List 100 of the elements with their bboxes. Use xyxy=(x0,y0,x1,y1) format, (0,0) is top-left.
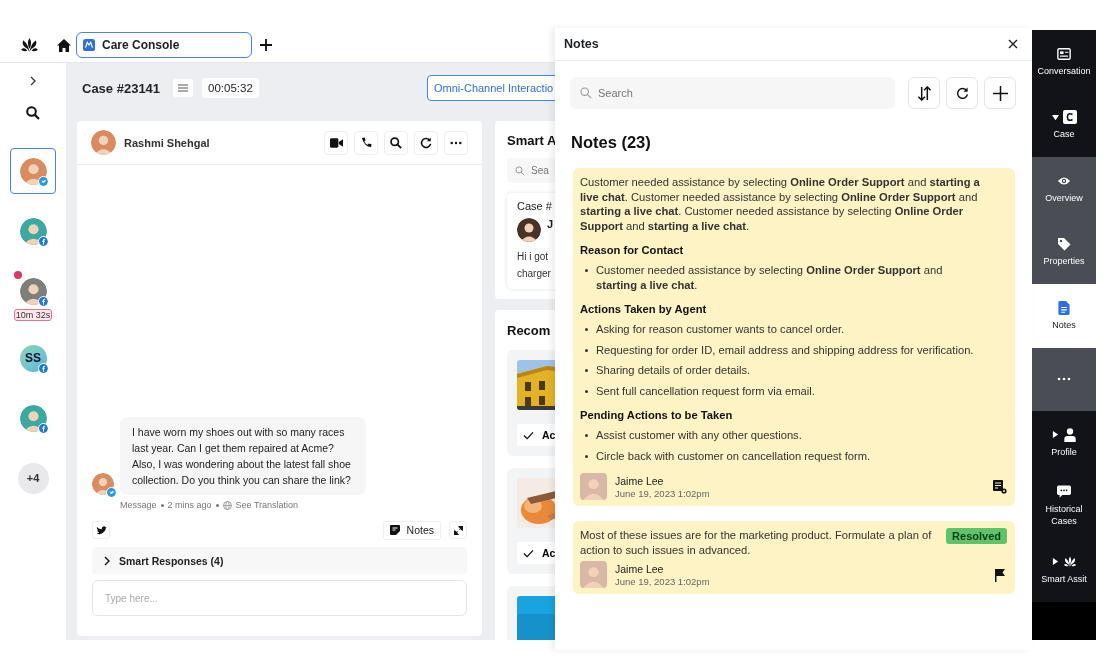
add-note-button[interactable] xyxy=(984,77,1016,109)
note-list-item: Asking for reason customer wants to cancel order. xyxy=(580,322,981,337)
notes-heading: Notes (23) xyxy=(571,133,652,152)
facebook-badge-icon xyxy=(38,423,49,434)
note-list-item: Assist customer with any other questions. xyxy=(580,428,981,443)
conversation-icon xyxy=(1057,46,1071,61)
note-section-heading: Actions Taken by Agent xyxy=(580,303,708,315)
search-icon xyxy=(580,87,592,99)
avatar-figure xyxy=(19,217,47,245)
contact-avatar xyxy=(91,130,116,155)
message-time: 2 mins ago xyxy=(167,500,212,510)
note-section-heading: Reason for Contact xyxy=(580,244,685,256)
menu-icon xyxy=(178,84,189,92)
close-icon[interactable] xyxy=(1008,39,1018,49)
avatar-initials: SS xyxy=(19,344,47,372)
video-call-button[interactable] xyxy=(324,130,348,155)
plus-icon xyxy=(992,85,1008,101)
avatar-figure xyxy=(19,404,47,432)
phone-call-button[interactable] xyxy=(354,130,378,155)
wait-timer: 10m 32s xyxy=(13,309,53,321)
caret-down-icon xyxy=(1051,113,1059,121)
more-contacts-button[interactable]: +4 xyxy=(10,455,56,501)
chat-bubble-icon xyxy=(1057,485,1071,500)
status-badge: Resolved xyxy=(946,528,1007,544)
panel-title: Notes xyxy=(564,37,600,51)
twitter-badge-icon xyxy=(106,487,117,498)
case-icon xyxy=(1062,110,1077,125)
check-icon xyxy=(523,430,534,440)
flag-icon[interactable] xyxy=(993,567,1007,582)
customer-name: J xyxy=(547,218,554,230)
accept-button[interactable]: Ac xyxy=(517,542,555,564)
expand-chevron-icon[interactable] xyxy=(30,76,36,86)
note-date: June 19, 2023 1:02pm xyxy=(615,487,710,499)
channel-button[interactable]: Omni-Channel Interactio xyxy=(427,75,555,101)
sort-button[interactable] xyxy=(908,77,940,109)
facebook-badge-icon xyxy=(38,296,49,307)
note-list-item: Sent full cancellation request form via email. xyxy=(580,383,981,398)
accept-button[interactable]: Ac xyxy=(517,424,555,446)
caret-right-icon xyxy=(1051,558,1059,566)
note-text: Customer needed assistance by selecting Online Order Support and starting a live chat. Customer needed assistance by selecting Online Order Support and starting a live chat. Customer needed assistance by selecting Online Order Support and starting a live chat. xyxy=(580,175,981,233)
search-icon xyxy=(515,165,525,176)
caret-right-icon xyxy=(1051,431,1059,439)
case-card[interactable]: Case # J Hi i got charger xyxy=(507,193,555,289)
sidebar-tab[interactable]: Smart Assit xyxy=(1032,538,1096,602)
collapse-button[interactable] xyxy=(449,521,467,539)
note-section-heading: Pending Actions to be Taken xyxy=(580,409,734,421)
sidebar-tab[interactable]: Case xyxy=(1032,93,1096,157)
author-avatar xyxy=(580,561,607,588)
customer-avatar xyxy=(517,218,541,242)
twitter-badge-icon xyxy=(38,176,49,187)
chevron-icon xyxy=(104,555,110,566)
sidebar-tab[interactable]: Overview xyxy=(1032,157,1096,221)
console-app-icon xyxy=(83,39,95,51)
collapse-icon xyxy=(453,525,463,535)
tag-icon xyxy=(1057,237,1071,252)
note-settings-icon[interactable] xyxy=(993,479,1007,494)
console-tab[interactable]: Care Console xyxy=(76,32,252,58)
card-title: Recom xyxy=(507,323,552,338)
contact-avatar-button[interactable]: SS xyxy=(10,335,56,381)
case-timer: 00:05:32 xyxy=(202,78,259,98)
twitter-channel-button[interactable] xyxy=(92,521,110,539)
author-avatar xyxy=(580,473,607,500)
smart-responses-toggle[interactable]: Smart Responses (4) xyxy=(92,547,467,574)
note-date: June 19, 2023 1:02pm xyxy=(615,575,710,587)
facebook-badge-icon xyxy=(38,236,49,247)
case-card-title: Case # xyxy=(517,200,553,212)
search-field[interactable]: Sea xyxy=(507,158,555,183)
check-icon xyxy=(523,548,534,558)
sidebar-tab[interactable]: Notes xyxy=(1032,284,1096,348)
sidebar-tab[interactable]: Properties xyxy=(1032,220,1096,284)
message-bubble: I have worn my shoes out with so many races last year. Can I get them repaired at Acme? Also, I was wondering about the latest fall shoe collection. Do you think you can share the link? xyxy=(120,417,366,495)
search-icon[interactable] xyxy=(26,106,40,120)
author-name: Jaime Lee xyxy=(615,474,665,487)
note-list-item: Sharing details of order details. xyxy=(580,363,981,378)
case-message: Hi i got charger xyxy=(517,250,552,281)
sprout-logo-icon[interactable] xyxy=(20,37,39,53)
sidebar-tab[interactable]: Historical Cases xyxy=(1032,474,1096,538)
notes-button[interactable]: Notes xyxy=(382,520,441,540)
person-icon xyxy=(1062,427,1077,442)
search-field[interactable]: Search xyxy=(570,77,895,109)
sidebar-tab[interactable]: Conversation xyxy=(1032,30,1096,94)
search-button[interactable] xyxy=(384,130,408,155)
refresh-button[interactable] xyxy=(946,77,978,109)
avatar-figure xyxy=(19,157,47,185)
home-icon[interactable] xyxy=(57,38,71,52)
refresh-icon xyxy=(955,86,969,100)
add-tab-icon[interactable] xyxy=(260,39,272,51)
note-text: Most of these issues are for the marketing product. Formulate a plan of action to such issues in advanced. xyxy=(580,528,933,557)
refresh-icon xyxy=(420,136,432,149)
sidebar-tab[interactable]: Profile xyxy=(1032,411,1096,475)
document-icon xyxy=(1057,300,1071,315)
refresh-button[interactable] xyxy=(414,130,438,155)
facebook-badge-icon xyxy=(38,363,49,374)
globe-icon xyxy=(222,500,232,510)
see-translation-link[interactable]: See Translation xyxy=(235,500,299,510)
case-title: Case #23141 xyxy=(82,80,161,96)
contact-avatar-button[interactable] xyxy=(10,148,56,194)
reply-input-field[interactable]: Type here... xyxy=(92,580,467,616)
sort-arrows-icon xyxy=(916,85,932,101)
note-list-item: Requesting for order ID, email address and shipping address for verification. xyxy=(580,342,981,357)
